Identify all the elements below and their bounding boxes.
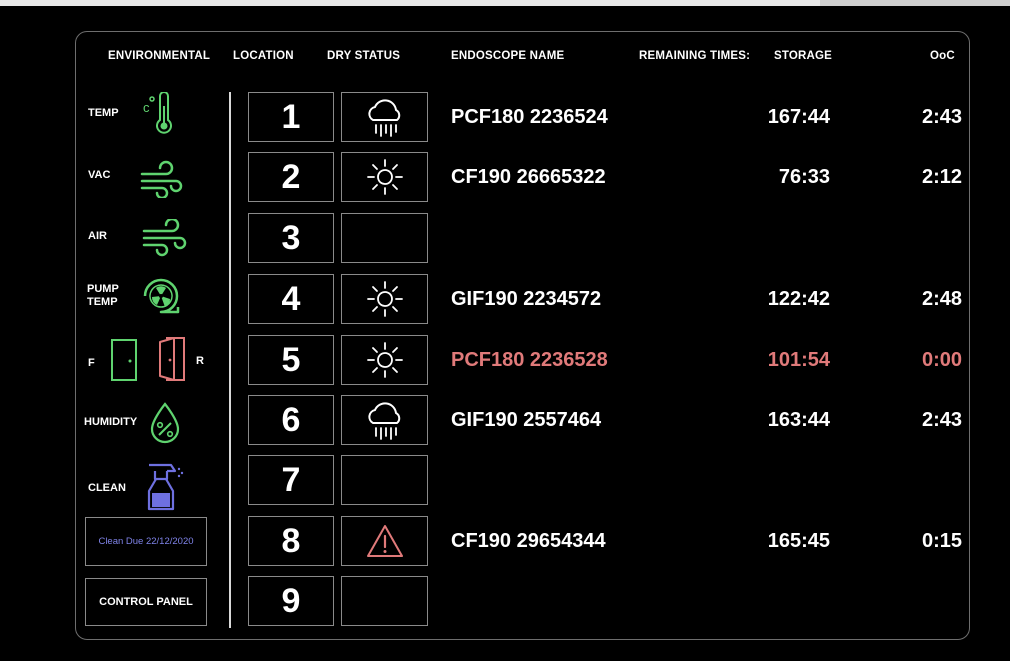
endoscope-name-8: CF190 29654344 <box>451 530 606 552</box>
sun-icon <box>366 281 403 317</box>
header-storage: STORAGE <box>774 50 833 62</box>
cloud-rain-icon <box>367 99 400 137</box>
header-dry-status: DRY STATUS <box>327 50 401 62</box>
dry-status-6 <box>341 395 428 445</box>
env-label-humidity: HUMIDITY <box>84 416 138 428</box>
endoscope-name-6: GIF190 2557464 <box>451 409 602 431</box>
location-button-5[interactable]: 5 <box>248 335 334 385</box>
window-top-strip-right <box>820 0 1010 6</box>
header-ooc: OoC <box>930 50 955 62</box>
env-label-door-rear: R <box>196 355 204 367</box>
rear-door-open-icon <box>159 337 185 381</box>
ooc-time-1: 2:43 <box>921 106 962 128</box>
location-button-6[interactable]: 6 <box>248 395 334 445</box>
endoscope-name-4: GIF190 2234572 <box>451 288 602 310</box>
env-label-vac: VAC <box>88 169 111 181</box>
dry-status-4 <box>341 274 428 324</box>
sun-icon <box>366 159 403 195</box>
dry-status-8 <box>341 516 428 566</box>
env-label-pump: PUMP <box>87 283 119 295</box>
thermometer-icon: c <box>143 92 172 134</box>
endoscope-name-1: PCF180 2236524 <box>451 106 608 128</box>
endoscope-name-5: PCF180 2236528 <box>451 349 608 371</box>
dry-status-1 <box>341 92 428 142</box>
ooc-time-4: 2:48 <box>921 288 962 310</box>
spray-bottle-icon <box>147 463 184 511</box>
location-button-1[interactable]: 1 <box>248 92 334 142</box>
env-label-door-front: F <box>88 357 95 369</box>
warning-icon <box>366 525 403 557</box>
ooc-time-8: 0:15 <box>921 530 962 552</box>
dry-status-5 <box>341 335 428 385</box>
env-label-pump-temp-line2: TEMP <box>87 296 118 308</box>
ooc-time-6: 2:43 <box>921 409 962 431</box>
pump-fan-icon <box>143 278 180 314</box>
storage-time-5: 101:54 <box>767 349 830 371</box>
dry-status-3 <box>341 213 428 263</box>
wind-vac-icon <box>140 160 183 198</box>
location-button-4[interactable]: 4 <box>248 274 334 324</box>
cloud-rain-icon <box>367 402 400 440</box>
location-button-3[interactable]: 3 <box>248 213 334 263</box>
location-button-9[interactable]: 9 <box>248 576 334 626</box>
control-panel-button[interactable]: CONTROL PANEL <box>85 578 207 626</box>
storage-time-2: 76:33 <box>778 166 830 188</box>
front-door-icon <box>111 339 137 381</box>
clean-due-notice: Clean Due 22/12/2020 <box>85 517 207 566</box>
storage-time-1: 167:44 <box>767 106 830 128</box>
ooc-time-2: 2:12 <box>921 166 962 188</box>
storage-time-6: 163:44 <box>767 409 830 431</box>
location-button-7[interactable]: 7 <box>248 455 334 505</box>
dry-status-7 <box>341 455 428 505</box>
env-label-air: AIR <box>88 230 107 242</box>
env-label-temp: TEMP <box>88 107 119 119</box>
env-label-clean: CLEAN <box>88 482 126 494</box>
storage-time-8: 165:45 <box>767 530 830 552</box>
header-endoscope-name: ENDOSCOPE NAME <box>451 50 565 62</box>
ooc-time-5: 0:00 <box>921 349 962 371</box>
dry-status-9 <box>341 576 428 626</box>
location-button-2[interactable]: 2 <box>248 152 334 202</box>
endoscope-name-2: CF190 26665322 <box>451 166 606 188</box>
column-divider <box>229 92 231 628</box>
header-remaining-times: REMAINING TIMES: <box>639 50 751 62</box>
env-label-pump-temp: PUMP TEMP <box>87 283 119 309</box>
wind-air-icon <box>142 219 187 257</box>
humidity-drop-icon <box>150 402 180 444</box>
location-button-8[interactable]: 8 <box>248 516 334 566</box>
svg-text:c: c <box>143 100 150 115</box>
storage-time-4: 122:42 <box>767 288 830 310</box>
sun-icon <box>366 342 403 378</box>
dry-status-2 <box>341 152 428 202</box>
header-environmental: ENVIRONMENTAL <box>108 50 211 62</box>
header-location: LOCATION <box>233 50 294 62</box>
